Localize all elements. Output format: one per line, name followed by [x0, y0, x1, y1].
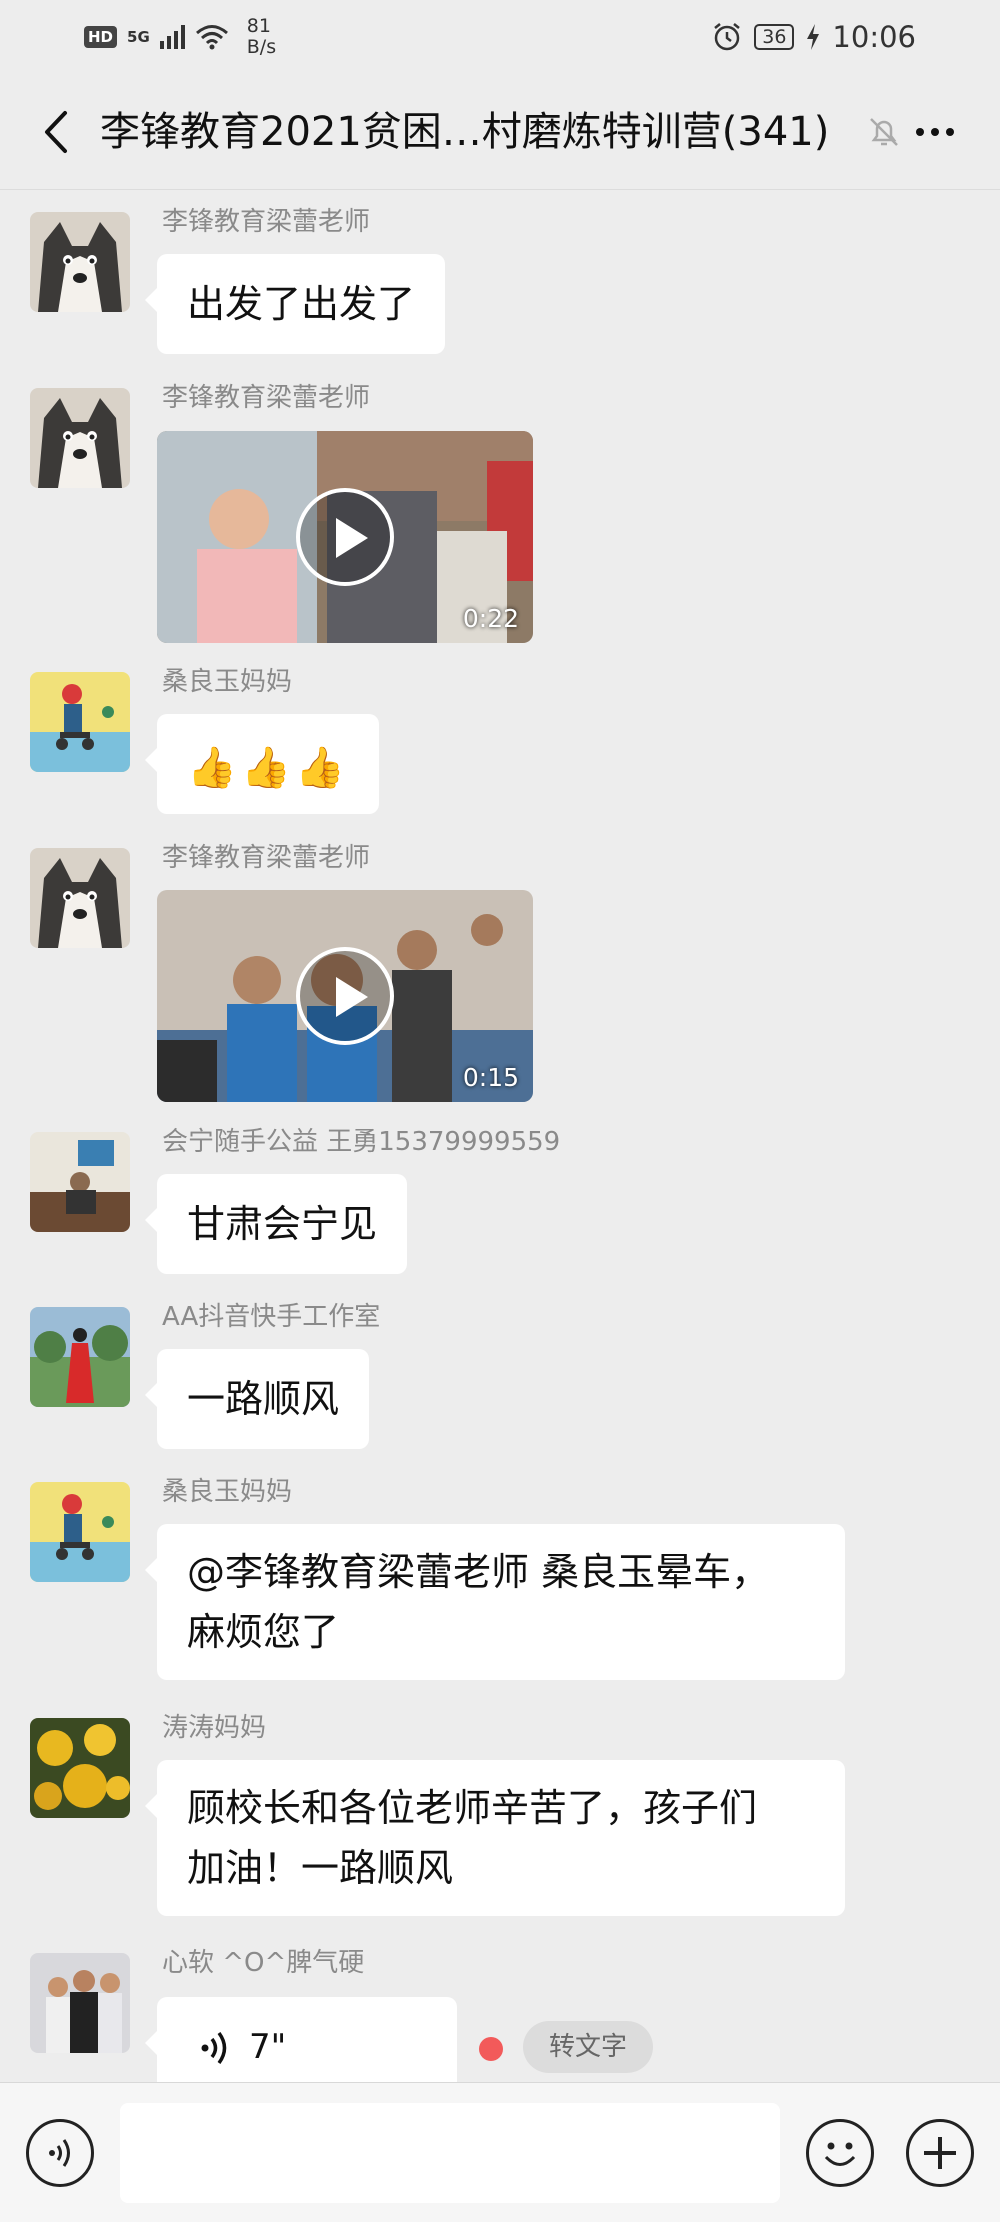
- unread-dot: [479, 2037, 503, 2061]
- chat-header: 李锋教育2021贫困…村磨炼特训营(341): [0, 74, 1000, 190]
- voice-duration: 7": [249, 2027, 287, 2067]
- video-duration: 0:15: [462, 1063, 519, 1092]
- avatar[interactable]: [30, 1718, 130, 1818]
- input-bar: [0, 2082, 1000, 2222]
- emoji-button[interactable]: [806, 2119, 874, 2187]
- plus-button[interactable]: [906, 2119, 974, 2187]
- sender-name: 李锋教育梁蕾老师: [162, 383, 371, 413]
- video-message[interactable]: 0:22: [157, 431, 533, 643]
- avatar[interactable]: [30, 672, 130, 772]
- avatar[interactable]: [30, 1307, 130, 1407]
- sender-name: 李锋教育梁蕾老师: [162, 207, 371, 237]
- signal-icon: [159, 25, 185, 49]
- thumbs-up-icon: 👍: [241, 745, 291, 791]
- video-message[interactable]: 0:15: [157, 890, 533, 1102]
- play-icon[interactable]: [296, 947, 394, 1045]
- wifi-icon: [195, 25, 228, 50]
- sender-name: AA抖音快手工作室: [162, 1302, 381, 1332]
- message-line: 顾校长和各位老师辛苦了，孩子们: [187, 1786, 758, 1830]
- battery-level: 36: [754, 24, 795, 50]
- avatar[interactable]: [30, 388, 130, 488]
- voice-wave-icon: [201, 2031, 227, 2065]
- alarm-icon: [714, 23, 741, 51]
- status-bar: HD 5G 81 B/s 36 10:06: [0, 0, 1000, 74]
- back-button[interactable]: [28, 104, 84, 160]
- message-bubble[interactable]: 一路顺风: [144, 1349, 370, 1449]
- thumbs-up-icon: 👍: [187, 745, 237, 791]
- video-duration: 0:22: [462, 604, 519, 633]
- clock-time: 10:06: [832, 20, 916, 54]
- sender-name: 李锋教育梁蕾老师: [162, 843, 371, 873]
- family-avatar-image: [30, 1953, 130, 2053]
- avatar[interactable]: [30, 1953, 130, 2053]
- message-bubble[interactable]: 甘肃会宁见: [144, 1174, 408, 1274]
- chrysanthemum-avatar-image: [30, 1718, 130, 1818]
- child-skating-avatar-image: [30, 672, 130, 772]
- child-skating-avatar-image: [30, 1482, 130, 1582]
- more-button[interactable]: [900, 104, 970, 160]
- husky-avatar-image: [30, 388, 130, 488]
- play-icon[interactable]: [296, 488, 394, 586]
- avatar[interactable]: [30, 848, 130, 948]
- sender-name: 桑良玉妈妈: [162, 667, 293, 697]
- convert-to-text-button[interactable]: 转文字: [523, 2021, 653, 2073]
- charging-icon: [807, 24, 820, 50]
- status-right: 36 10:06: [712, 14, 916, 60]
- message-bubble[interactable]: @李锋教育梁蕾老师 桑良玉晕车， 麻烦您了: [145, 1524, 845, 1680]
- message-line: 麻烦您了: [187, 1610, 340, 1654]
- hd-badge: HD: [84, 26, 118, 48]
- husky-avatar-image: [30, 848, 130, 948]
- sender-name: 涛涛妈妈: [162, 1713, 267, 1743]
- network-speed-value: 81: [246, 15, 271, 37]
- network-type: 5G: [127, 28, 150, 46]
- thumbs-up-icon: 👍: [295, 745, 345, 791]
- sender-name: 会宁随手公益 王勇15379999559: [162, 1127, 561, 1157]
- chat-title: 李锋教育2021贫困…村磨炼特训营(341): [100, 109, 830, 155]
- message-line: @李锋教育梁蕾老师 桑良玉晕车，: [187, 1550, 770, 1594]
- status-left: HD 5G 81 B/s: [84, 14, 276, 60]
- avatar[interactable]: [30, 212, 130, 312]
- voice-toggle-icon: [49, 2139, 70, 2167]
- message-bubble[interactable]: 顾校长和各位老师辛苦了，孩子们 加油！一路顺风: [145, 1760, 845, 1916]
- network-speed-unit: B/s: [246, 36, 277, 58]
- avatar[interactable]: [30, 1132, 130, 1232]
- emoji-icon: [824, 2142, 856, 2166]
- message-bubble[interactable]: 👍 👍 👍: [145, 714, 379, 814]
- voice-toggle-button[interactable]: [26, 2119, 94, 2187]
- office-avatar-image: [30, 1132, 130, 1232]
- avatar[interactable]: [30, 1482, 130, 1582]
- chevron-left-icon: [45, 111, 67, 153]
- husky-avatar-image: [30, 212, 130, 312]
- message-line: 加油！一路顺风: [187, 1846, 454, 1890]
- sender-name: 心软 ^O^脾气硬: [162, 1948, 365, 1978]
- network-speed: 81 B/s: [247, 16, 276, 58]
- message-bubble[interactable]: 出发了出发了: [144, 254, 446, 354]
- bell-off-icon: [870, 118, 898, 146]
- sender-name: 桑良玉妈妈: [162, 1477, 293, 1507]
- message-input[interactable]: [120, 2103, 780, 2203]
- more-dots-icon: [916, 128, 924, 136]
- woman-park-avatar-image: [30, 1307, 130, 1407]
